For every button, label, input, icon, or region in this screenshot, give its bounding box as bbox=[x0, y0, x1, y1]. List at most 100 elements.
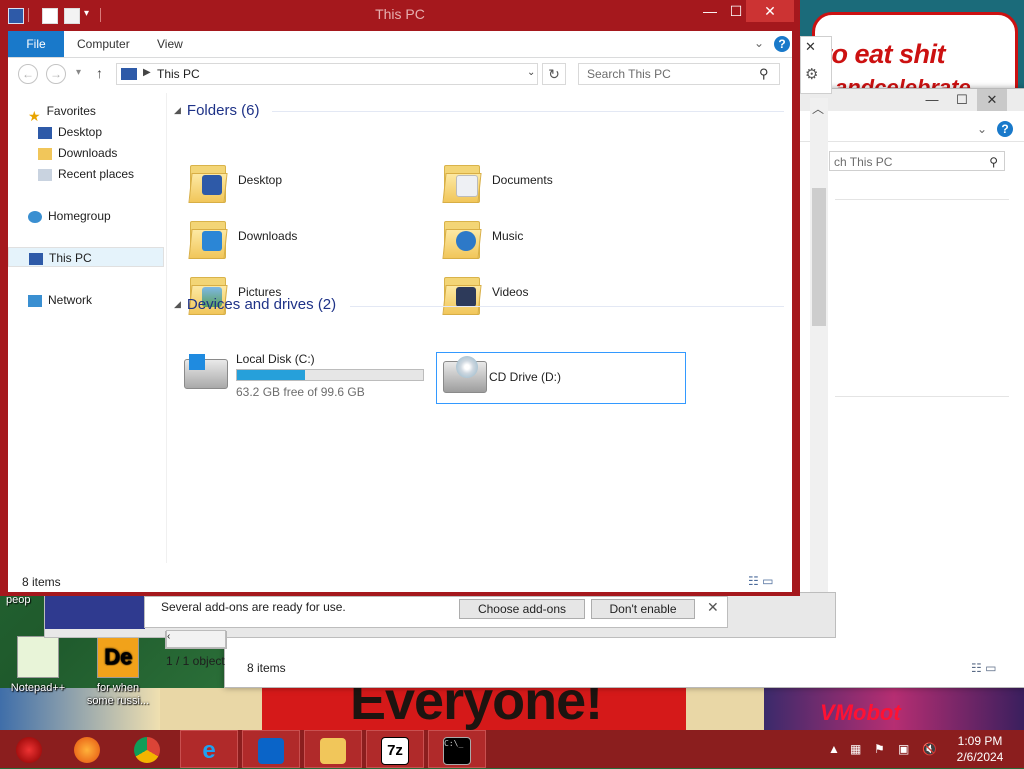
title-bar[interactable]: ▾ This PC — ☐ ✕ bbox=[0, 0, 800, 30]
desktop-icon-label: for when some russi... bbox=[86, 682, 150, 707]
nav-favorites-label: Favorites bbox=[46, 104, 96, 118]
desktop-icon-notepad[interactable]: Notepad++ bbox=[2, 636, 74, 695]
collapse-icon[interactable]: ◢ bbox=[174, 105, 181, 115]
qat-divider bbox=[100, 8, 101, 22]
help-icon[interactable]: ? bbox=[774, 36, 790, 52]
bg-scrollbar-thumb[interactable] bbox=[812, 188, 826, 326]
nav-homegroup-label: Homegroup bbox=[48, 209, 111, 223]
cd-drive-icon bbox=[443, 356, 487, 393]
drives-header[interactable]: ◢ Devices and drives (2) bbox=[174, 296, 336, 313]
folders-header[interactable]: ◢ Folders (6) bbox=[174, 102, 259, 119]
address-location[interactable]: This PC bbox=[157, 67, 200, 81]
downloads-icon bbox=[38, 147, 52, 160]
show-hidden-icons[interactable]: ▲ bbox=[828, 730, 840, 768]
ie-page-region bbox=[45, 593, 145, 629]
taskbar-file-explorer[interactable] bbox=[304, 730, 362, 768]
internet-explorer-icon: e bbox=[202, 736, 216, 764]
desktop-folder-icon bbox=[188, 159, 228, 205]
expand-ribbon-chevron-icon[interactable]: ⌄ bbox=[754, 36, 764, 50]
bg-minimize-button[interactable]: — bbox=[917, 89, 947, 111]
taskbar-command-prompt[interactable]: C:\_ bbox=[428, 730, 486, 768]
bg-search-input[interactable]: ch This PC ⚲ bbox=[829, 151, 1005, 171]
this-pc-icon bbox=[121, 68, 137, 80]
new-folder-icon[interactable] bbox=[64, 8, 80, 24]
choose-addons-button[interactable]: Choose add-ons bbox=[459, 599, 585, 619]
bg-close-button[interactable]: ✕ bbox=[977, 89, 1007, 111]
search-icon[interactable]: ⚲ bbox=[759, 66, 769, 82]
drive-d[interactable]: CD Drive (D:) bbox=[436, 352, 686, 404]
recent-locations-chevron-icon[interactable]: ▾ bbox=[76, 67, 81, 78]
nav-desktop[interactable]: Desktop bbox=[8, 122, 194, 142]
desktop-icon-shortcut[interactable]: De for when some russi... bbox=[82, 636, 154, 708]
notification-close-icon[interactable]: ✕ bbox=[707, 599, 719, 616]
documents-folder-icon bbox=[442, 159, 482, 205]
breadcrumb-separator-icon[interactable]: ▶ bbox=[143, 67, 151, 78]
volume-muted-icon[interactable]: 🔇 bbox=[922, 730, 937, 768]
bg-help-icon[interactable]: ? bbox=[997, 121, 1013, 137]
ie-scroll-left[interactable]: ‹ bbox=[166, 630, 226, 648]
windows-logo-icon bbox=[189, 354, 205, 370]
drive-c[interactable]: Local Disk (C:) 63.2 GB free of 99.6 GB bbox=[184, 349, 434, 401]
folder-documents[interactable]: Documents bbox=[442, 159, 682, 209]
properties-icon[interactable] bbox=[42, 8, 58, 24]
7zip-icon: 7z bbox=[381, 736, 409, 765]
computer-icon bbox=[8, 8, 24, 24]
taskbar-outlook[interactable] bbox=[242, 730, 300, 768]
bg-preview-pane bbox=[835, 199, 1009, 397]
qat-chevron-down-icon[interactable]: ▾ bbox=[84, 8, 89, 19]
window-title: This PC bbox=[375, 6, 425, 22]
folder-videos[interactable]: Videos bbox=[442, 271, 682, 321]
bg-status-text: 8 items bbox=[247, 661, 286, 675]
address-row: ← → ▾ ↑ ▶ This PC ⌄ ↻ Search This PC ⚲ bbox=[8, 58, 792, 90]
nav-this-pc[interactable]: This PC bbox=[8, 247, 164, 267]
nav-recent-places[interactable]: Recent places bbox=[8, 164, 194, 184]
desktop-icon-label: Notepad++ bbox=[10, 682, 66, 694]
dont-enable-button[interactable]: Don't enable bbox=[591, 599, 695, 619]
folder-downloads[interactable]: Downloads bbox=[188, 215, 428, 265]
taskbar-firefox[interactable] bbox=[58, 730, 116, 768]
tab-file[interactable]: File bbox=[8, 31, 64, 57]
start-button[interactable] bbox=[0, 730, 58, 768]
gear-icon[interactable]: ⚙ bbox=[805, 65, 818, 83]
clock[interactable]: 1:09 PM 2/6/2024 bbox=[940, 733, 1020, 765]
address-dropdown-icon[interactable]: ⌄ bbox=[527, 67, 535, 78]
action-center-icon[interactable]: ▦ bbox=[850, 730, 861, 768]
nav-downloads[interactable]: Downloads bbox=[8, 143, 194, 163]
taskbar-chrome[interactable] bbox=[118, 730, 176, 768]
refresh-button[interactable]: ↻ bbox=[542, 63, 566, 85]
nav-homegroup[interactable]: Homegroup bbox=[8, 206, 184, 226]
flag-icon[interactable]: ⚑ bbox=[874, 730, 885, 768]
nav-desktop-label: Desktop bbox=[58, 125, 103, 139]
bg-scrollbar[interactable] bbox=[810, 98, 828, 618]
tab-computer[interactable]: Computer bbox=[77, 31, 130, 57]
collapse-icon[interactable]: ◢ bbox=[174, 299, 181, 309]
back-button[interactable]: ← bbox=[18, 64, 38, 84]
forward-button[interactable]: → bbox=[46, 64, 66, 84]
scroll-up-icon[interactable]: ︿ bbox=[812, 100, 824, 117]
wallpaper-poster-right-text: VMobot bbox=[820, 700, 901, 725]
status-item-count: 8 items bbox=[22, 575, 61, 589]
explorer-window[interactable]: ▾ This PC — ☐ ✕ File Computer View ⌄ ? ←… bbox=[0, 0, 800, 596]
address-bar[interactable]: ▶ This PC ⌄ bbox=[116, 63, 538, 85]
nav-network[interactable]: Network bbox=[8, 290, 184, 310]
up-button[interactable]: ↑ bbox=[96, 65, 103, 81]
folder-label: Music bbox=[492, 229, 524, 243]
search-input[interactable]: Search This PC ⚲ bbox=[578, 63, 780, 85]
folder-desktop[interactable]: Desktop bbox=[188, 159, 428, 209]
this-pc-icon bbox=[29, 252, 43, 265]
bg-chevron-down-icon[interactable]: ⌄ bbox=[977, 122, 987, 136]
tab-view[interactable]: View bbox=[157, 31, 183, 57]
view-toggle-icons[interactable]: ☷ ▭ bbox=[748, 574, 773, 588]
nav-this-pc-label: This PC bbox=[49, 251, 92, 265]
close-icon[interactable]: ✕ bbox=[805, 39, 816, 55]
drives-header-label: Devices and drives (2) bbox=[186, 296, 337, 313]
taskbar-internet-explorer[interactable]: e bbox=[180, 730, 238, 768]
close-button[interactable]: ✕ bbox=[746, 0, 794, 22]
nav-favorites[interactable]: ★ Favorites bbox=[8, 101, 184, 124]
bg-maximize-button[interactable]: ☐ bbox=[947, 89, 977, 111]
bg-view-icons[interactable]: ☷ ▭ bbox=[971, 661, 996, 675]
network-tray-icon[interactable]: ▣ bbox=[898, 730, 909, 768]
drive-c-free: 63.2 GB free of 99.6 GB bbox=[236, 385, 365, 399]
taskbar-7zip[interactable]: 7z bbox=[366, 730, 424, 768]
folder-music[interactable]: Music bbox=[442, 215, 682, 265]
